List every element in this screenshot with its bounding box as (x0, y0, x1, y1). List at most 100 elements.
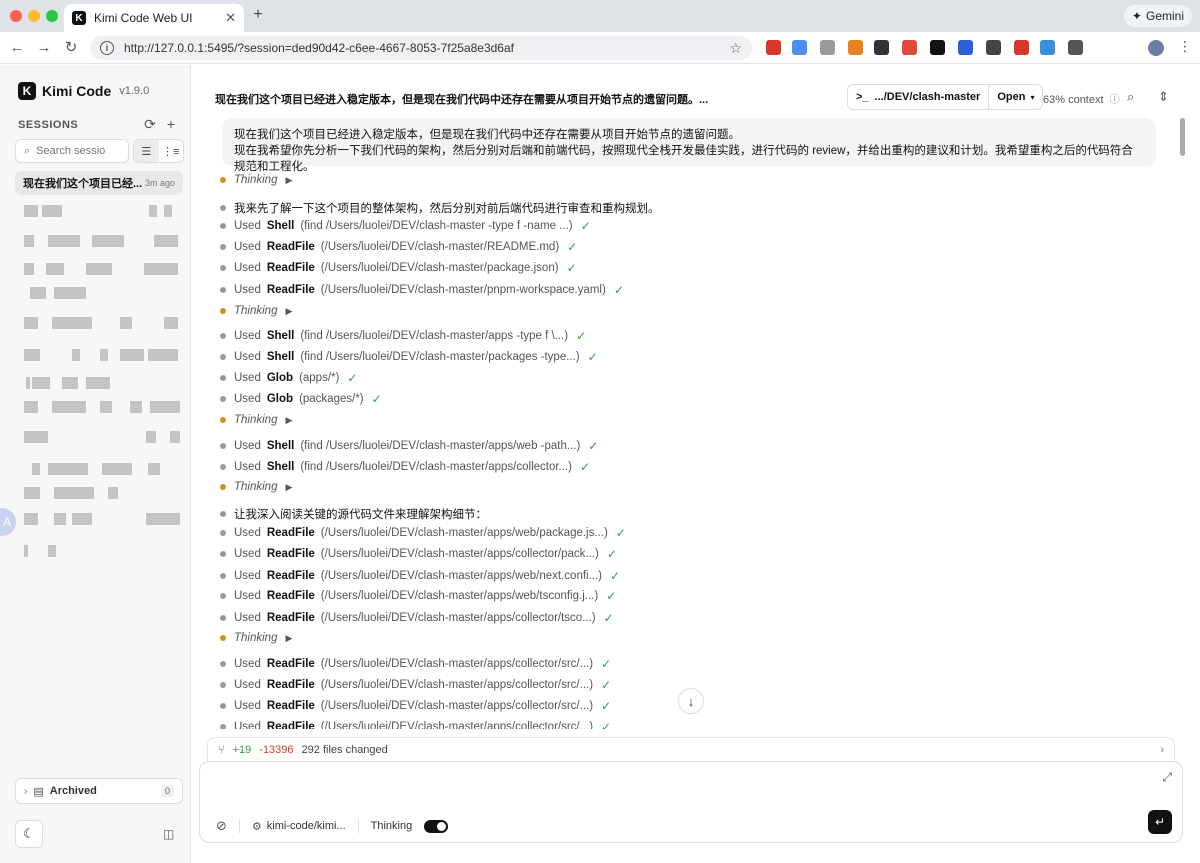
user-avatar[interactable]: A (0, 508, 16, 536)
tree-view-icon[interactable]: ⋮≡ (159, 140, 184, 162)
tool-call-row[interactable]: Used ReadFile (/Users/luolei/DEV/clash-mas… (218, 526, 626, 540)
tool-call-row[interactable]: Used Shell (find /Users/luolei/DEV/clash-m… (218, 460, 590, 474)
expand-caret-icon[interactable]: ▶ (285, 633, 292, 644)
message-composer[interactable]: ⤢ ⊘ ⚙ kimi-code/kimi... Thinking ↵ (199, 761, 1183, 843)
browser-extension-icon[interactable] (986, 40, 1001, 55)
close-icon[interactable]: ✕ (225, 10, 236, 26)
list-view-icon[interactable]: ☰ (134, 140, 159, 162)
send-enter-icon[interactable]: ↵ (1148, 810, 1172, 834)
thinking-block[interactable]: Thinking ▶ (218, 632, 292, 644)
window-zoom-button[interactable] (46, 10, 58, 22)
profile-avatar-icon[interactable] (1148, 40, 1164, 56)
assistant-text: 我来先了解一下这个项目的整体架构，然后分别对前后端代码进行审查和重构规划。 (234, 203, 660, 215)
open-dropdown[interactable]: Open ▾ (989, 91, 1042, 103)
session-item-redacted[interactable] (24, 487, 180, 499)
tool-call-row[interactable]: Used ReadFile (/Users/luolei/DEV/clash-mas… (218, 699, 611, 713)
session-item-redacted[interactable] (24, 377, 180, 389)
thinking-block[interactable]: Thinking ▶ (218, 305, 292, 317)
session-item-redacted[interactable] (24, 401, 180, 413)
expand-caret-icon[interactable]: ▶ (285, 415, 292, 426)
search-icon[interactable]: ⌕ (1127, 89, 1134, 105)
attach-paperclip-icon[interactable]: ⊘ (216, 818, 227, 834)
expand-collapse-icon[interactable]: ⇕ (1158, 89, 1169, 105)
tool-call-row[interactable]: Used Shell (find /Users/luolei/DEV/clash-m… (218, 329, 586, 343)
site-info-icon[interactable]: i (100, 41, 114, 55)
refresh-icon[interactable]: ⟳ (142, 116, 158, 132)
session-item-redacted[interactable] (24, 263, 180, 275)
tool-call-row[interactable]: Used ReadFile (/Users/luolei/DEV/clash-mas… (218, 720, 611, 729)
theme-toggle-moon-icon[interactable]: ☾ (15, 820, 43, 848)
browser-extension-icon[interactable] (1068, 40, 1083, 55)
forward-arrow-icon[interactable]: → (35, 39, 53, 57)
session-item-redacted[interactable] (24, 205, 180, 217)
tool-call-row[interactable]: Used Shell (find /Users/luolei/DEV/clash-m… (218, 439, 598, 453)
back-arrow-icon[interactable]: ← (8, 39, 26, 57)
session-search[interactable]: ⌕ (15, 139, 129, 163)
url-text[interactable]: http://127.0.0.1:5495/?session=ded90d42-… (124, 41, 729, 55)
gemini-button[interactable]: ✦ Gemini (1123, 5, 1192, 27)
tool-name: ReadFile (266, 700, 315, 712)
session-item-active[interactable]: 现在我们这个项目已经... 3m ago (15, 171, 183, 195)
tool-call-row[interactable]: Used Glob (apps/*) ✓ (218, 371, 357, 385)
session-item-redacted[interactable] (24, 349, 180, 361)
bookmark-star-icon[interactable]: ☆ (729, 40, 742, 57)
browser-extension-icon[interactable] (820, 40, 835, 55)
tool-call-row[interactable]: Used ReadFile (/Users/luolei/DEV/clash-mas… (218, 657, 611, 671)
session-item-redacted[interactable] (24, 317, 180, 329)
expand-caret-icon[interactable]: ▶ (285, 306, 292, 317)
tool-call-row[interactable]: Used Glob (packages/*) ✓ (218, 392, 382, 406)
more-menu-icon[interactable]: ⋮ (1178, 38, 1192, 55)
session-item-redacted[interactable] (24, 287, 180, 299)
browser-extension-icon[interactable] (1014, 40, 1029, 55)
expand-caret-icon[interactable]: ▶ (285, 482, 292, 493)
thinking-block[interactable]: Thinking ▶ (218, 481, 292, 493)
status-dot-icon (220, 615, 226, 621)
session-item-redacted[interactable] (24, 513, 180, 525)
tool-call-row[interactable]: Used Shell (find /Users/luolei/DEV/clash-m… (218, 219, 591, 233)
tool-call-row[interactable]: Used Shell (find /Users/luolei/DEV/clash-m… (218, 350, 598, 364)
window-minimize-button[interactable] (28, 10, 40, 22)
session-item-redacted[interactable] (24, 545, 180, 557)
browser-extension-icon[interactable] (930, 40, 945, 55)
session-item-redacted[interactable] (24, 431, 180, 443)
thinking-block[interactable]: Thinking ▶ (218, 174, 292, 186)
address-bar[interactable]: i http://127.0.0.1:5495/?session=ded90d4… (90, 36, 752, 60)
browser-tab[interactable]: K Kimi Code Web UI ✕ (64, 4, 244, 32)
browser-extension-icon[interactable] (874, 40, 889, 55)
browser-extension-icon[interactable] (766, 40, 781, 55)
status-dot-icon (220, 205, 226, 211)
browser-extension-icon[interactable] (902, 40, 917, 55)
tool-call-row[interactable]: Used ReadFile (/Users/luolei/DEV/clash-mas… (218, 569, 620, 583)
tool-call-row[interactable]: Used ReadFile (/Users/luolei/DEV/clash-mas… (218, 261, 577, 275)
new-tab-button[interactable]: + (250, 6, 266, 24)
changes-bar[interactable]: ⑂ +19 -13396 292 files changed › (207, 737, 1175, 761)
tool-call-row[interactable]: Used ReadFile (/Users/luolei/DEV/clash-mas… (218, 589, 616, 603)
scrollbar[interactable] (1180, 118, 1185, 156)
archived-section[interactable]: › ▤ Archived 0 (15, 778, 183, 804)
thinking-toggle[interactable] (424, 819, 449, 833)
expand-icon[interactable]: ⤢ (1162, 770, 1172, 785)
collapse-sidebar-icon[interactable]: ◫ (163, 827, 174, 841)
model-selector[interactable]: ⚙ kimi-code/kimi... (252, 820, 346, 833)
session-item-redacted[interactable] (24, 235, 180, 247)
browser-extension-icon[interactable] (958, 40, 973, 55)
search-input[interactable] (36, 145, 117, 157)
tool-call-row[interactable]: Used ReadFile (/Users/luolei/DEV/clash-mas… (218, 547, 617, 561)
browser-extension-icon[interactable] (792, 40, 807, 55)
cwd-button[interactable]: >_ .../DEV/clash-master (848, 85, 990, 109)
scroll-to-bottom-arrow-icon[interactable]: ↓ (678, 688, 704, 714)
window-close-button[interactable] (10, 10, 22, 22)
info-icon[interactable]: ⓘ (1110, 95, 1120, 106)
tool-call-row[interactable]: Used ReadFile (/Users/luolei/DEV/clash-mas… (218, 678, 611, 692)
thinking-block[interactable]: Thinking ▶ (218, 414, 292, 426)
browser-extension-icon[interactable] (1040, 40, 1055, 55)
tool-call-row[interactable]: Used ReadFile (/Users/luolei/DEV/clash-mas… (218, 240, 577, 254)
expand-caret-icon[interactable]: ▶ (285, 175, 292, 186)
tool-call-row[interactable]: Used ReadFile (/Users/luolei/DEV/clash-mas… (218, 611, 614, 625)
tool-name: ReadFile (266, 658, 315, 670)
session-item-redacted[interactable] (24, 463, 180, 475)
tool-call-row[interactable]: Used ReadFile (/Users/luolei/DEV/clash-mas… (218, 283, 624, 297)
new-session-plus-icon[interactable]: + (163, 116, 179, 132)
reload-icon[interactable]: ↻ (62, 39, 80, 57)
browser-extension-icon[interactable] (848, 40, 863, 55)
